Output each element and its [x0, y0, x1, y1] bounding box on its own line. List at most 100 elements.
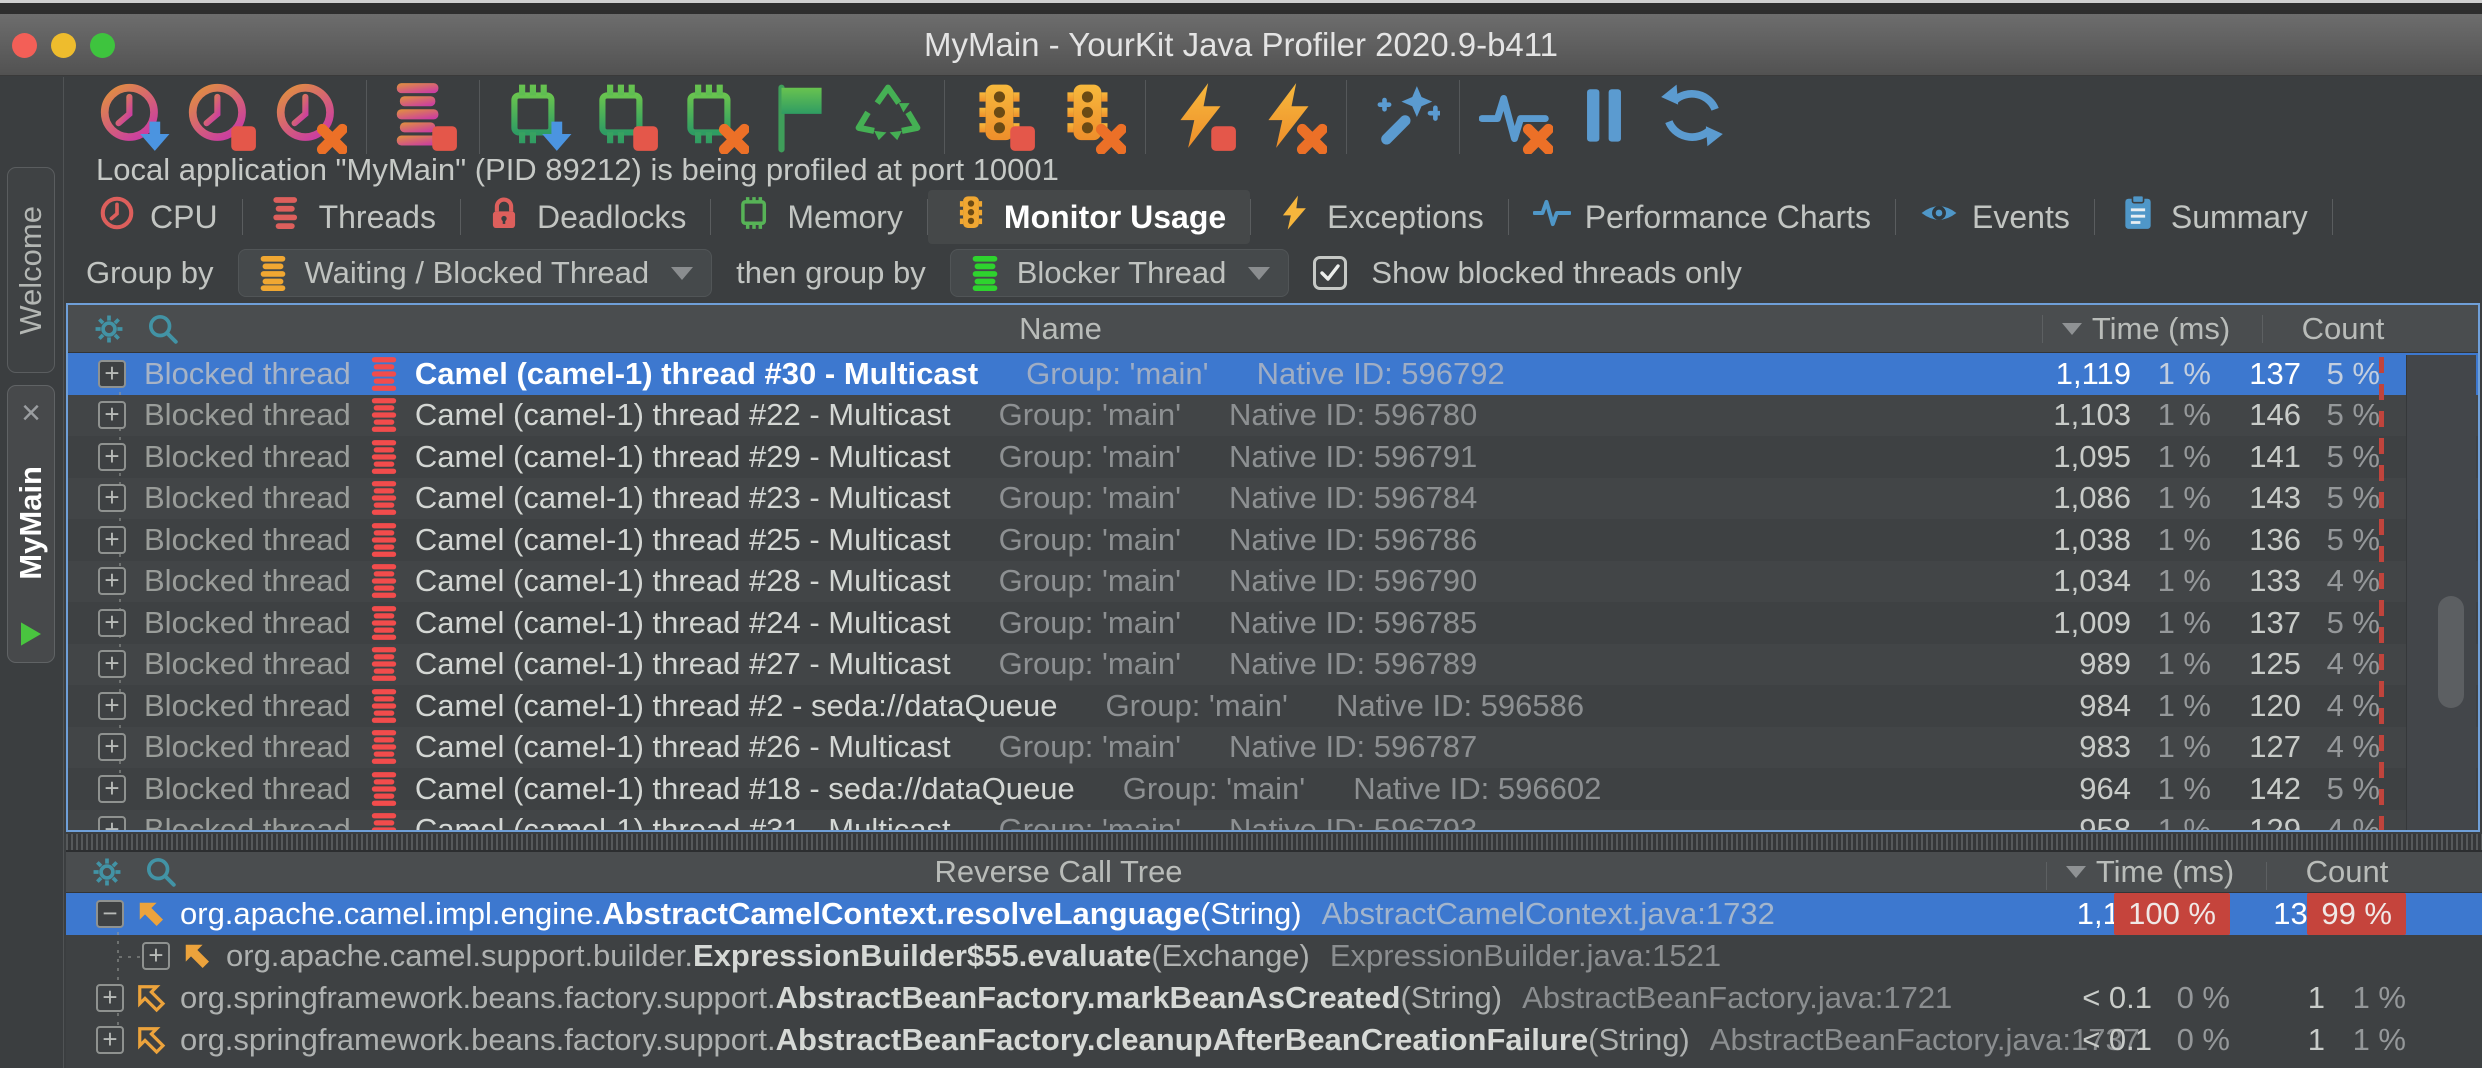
- time-percent: 1 %: [2158, 356, 2211, 392]
- call-tree-row[interactable]: +org.apache.camel.support.builder.Expres…: [66, 935, 2482, 977]
- memory-clear-icon[interactable]: [674, 79, 750, 155]
- table-row[interactable]: +Blocked threadCamel (camel-1) thread #1…: [68, 768, 2478, 810]
- table-row[interactable]: +Blocked threadCamel (camel-1) thread #2…: [68, 644, 2478, 686]
- expand-icon[interactable]: +: [98, 816, 126, 830]
- table-row[interactable]: +Blocked threadCamel (camel-1) thread #2…: [68, 436, 2478, 478]
- flag-icon[interactable]: [762, 79, 838, 155]
- time-percent: 1 %: [2158, 605, 2211, 641]
- expand-icon[interactable]: +: [98, 650, 126, 678]
- tab-summary[interactable]: Summary: [2095, 190, 2332, 244]
- window-title: MyMain - YourKit Java Profiler 2020.9-b4…: [924, 26, 1558, 64]
- tab-threads[interactable]: Threads: [243, 190, 460, 244]
- table-row[interactable]: +Blocked threadCamel (camel-1) thread #2…: [68, 685, 2478, 727]
- table-row[interactable]: +Blocked threadCamel (camel-1) thread #3…: [68, 810, 2478, 831]
- column-divider[interactable]: [2042, 315, 2043, 343]
- then-group-by-dropdown[interactable]: Blocker Thread: [950, 249, 1290, 297]
- name-column-header[interactable]: Name: [68, 311, 2053, 347]
- count-value: 127: [2249, 729, 2301, 765]
- monitors-stop-icon[interactable]: [963, 79, 1039, 155]
- clock-clear-icon[interactable]: [272, 79, 348, 155]
- expand-icon[interactable]: +: [98, 360, 126, 388]
- tab-monitor-usage[interactable]: Monitor Usage: [928, 190, 1250, 244]
- clock-start-icon[interactable]: [96, 79, 172, 155]
- close-window-button[interactable]: [12, 33, 37, 58]
- expand-icon[interactable]: +: [96, 984, 124, 1012]
- minimize-window-button[interactable]: [51, 33, 76, 58]
- exceptions-clear-icon[interactable]: [1252, 79, 1328, 155]
- show-blocked-threads-checkbox[interactable]: [1313, 256, 1347, 290]
- tab-events[interactable]: Events: [1896, 190, 2094, 244]
- expand-icon[interactable]: +: [98, 484, 126, 512]
- clock-stop-icon[interactable]: [184, 79, 260, 155]
- vertical-scrollbar-track[interactable]: [2406, 355, 2476, 830]
- time-value: 964: [2079, 771, 2131, 807]
- column-divider[interactable]: [2266, 862, 2267, 890]
- zoom-window-button[interactable]: [90, 33, 115, 58]
- tab-deadlocks[interactable]: Deadlocks: [461, 190, 710, 244]
- expand-icon[interactable]: +: [98, 775, 126, 803]
- expand-icon[interactable]: +: [98, 526, 126, 554]
- chevron-down-icon: [671, 267, 693, 280]
- pause-icon[interactable]: [1566, 79, 1642, 155]
- memory-start-icon[interactable]: [498, 79, 574, 155]
- waiting-thread-icon: [257, 255, 289, 291]
- tab-exceptions[interactable]: Exceptions: [1251, 190, 1508, 244]
- close-session-icon[interactable]: ×: [21, 398, 41, 428]
- exceptions-stop-icon[interactable]: [1164, 79, 1240, 155]
- title-bar[interactable]: MyMain - YourKit Java Profiler 2020.9-b4…: [0, 14, 2482, 76]
- threads-stop-icon[interactable]: [385, 79, 461, 155]
- expand-icon[interactable]: +: [98, 401, 126, 429]
- call-tree-row[interactable]: +org.springframework.beans.factory.suppo…: [66, 1019, 2482, 1061]
- expand-icon[interactable]: +: [98, 443, 126, 471]
- tab-cpu[interactable]: CPU: [74, 190, 242, 244]
- expand-icon[interactable]: +: [96, 1026, 124, 1054]
- toolbar-divider: [944, 80, 945, 154]
- blocked-thread-icon: [369, 396, 399, 434]
- table-row[interactable]: +Blocked threadCamel (camel-1) thread #2…: [68, 478, 2478, 520]
- wand-icon[interactable]: [1365, 79, 1441, 155]
- telemetry-clear-icon[interactable]: [1478, 79, 1554, 155]
- table-row[interactable]: +Blocked threadCamel (camel-1) thread #2…: [68, 395, 2478, 437]
- expand-icon[interactable]: +: [98, 609, 126, 637]
- count-value: 141: [2249, 439, 2301, 475]
- column-divider[interactable]: [2046, 862, 2047, 890]
- call-tree-row[interactable]: −org.apache.camel.impl.engine.AbstractCa…: [66, 893, 2482, 935]
- threads-icon: [267, 194, 305, 240]
- memory-stop-icon[interactable]: [586, 79, 662, 155]
- tab-memory[interactable]: Memory: [711, 190, 927, 244]
- table-row[interactable]: +Blocked threadCamel (camel-1) thread #2…: [68, 727, 2478, 769]
- time-column-header[interactable]: Time (ms): [2055, 854, 2245, 890]
- table-row[interactable]: +Blocked threadCamel (camel-1) thread #2…: [68, 561, 2478, 603]
- call-tree-row[interactable]: +org.springframework.beans.factory.suppo…: [66, 977, 2482, 1019]
- tab-performance-charts[interactable]: Performance Charts: [1509, 190, 1895, 244]
- gc-icon[interactable]: [850, 79, 926, 155]
- time-column-header[interactable]: Time (ms): [2051, 311, 2241, 347]
- expand-icon[interactable]: −: [96, 900, 124, 928]
- monitors-clear-icon[interactable]: [1051, 79, 1127, 155]
- monitor-table-header: Name Time (ms) Count: [68, 305, 2478, 353]
- table-row[interactable]: +Blocked threadCamel (camel-1) thread #2…: [68, 602, 2478, 644]
- expand-icon[interactable]: +: [98, 733, 126, 761]
- vertical-scrollbar-thumb[interactable]: [2438, 596, 2464, 708]
- count-percent: 1 %: [2353, 1022, 2406, 1058]
- horizontal-scrollbar[interactable]: [66, 834, 2482, 850]
- count-percent: 1 %: [2353, 980, 2406, 1016]
- table-row[interactable]: +Blocked threadCamel (camel-1) thread #3…: [68, 353, 2478, 395]
- sidebar-tab-mymain[interactable]: × MyMain: [7, 385, 55, 663]
- thread-state-label: Blocked thread: [144, 729, 351, 765]
- toolbar-group: [498, 79, 926, 155]
- blocked-thread-icon: [369, 687, 399, 725]
- count-value: 133: [2249, 563, 2301, 599]
- expand-icon[interactable]: +: [98, 692, 126, 720]
- group-by-dropdown[interactable]: Waiting / Blocked Thread: [238, 249, 713, 297]
- table-row[interactable]: +Blocked threadCamel (camel-1) thread #2…: [68, 519, 2478, 561]
- expand-icon[interactable]: +: [142, 942, 170, 970]
- call-tree-title[interactable]: Reverse Call Tree: [66, 854, 2051, 890]
- sidebar-tab-welcome[interactable]: Welcome: [7, 167, 55, 373]
- thread-state-label: Blocked thread: [144, 563, 351, 599]
- count-column-header[interactable]: Count: [2272, 854, 2422, 890]
- column-divider[interactable]: [2262, 315, 2263, 343]
- refresh-icon[interactable]: [1654, 79, 1730, 155]
- count-column-header[interactable]: Count: [2268, 311, 2418, 347]
- expand-icon[interactable]: +: [98, 567, 126, 595]
